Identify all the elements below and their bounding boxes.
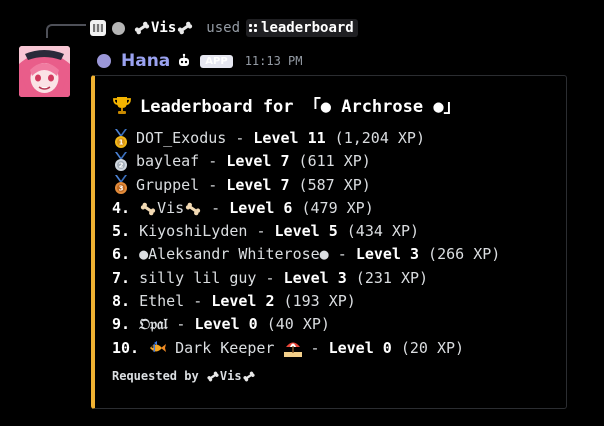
entry-separator: - [328,245,356,264]
embed-title: Leaderboard for 「● Archrose ●」 [112,92,461,117]
entry-name: ●Aleksandr Whiterose● [139,245,329,264]
entry-xp: (193 XP) [274,292,356,311]
entry-rank: 6. [112,245,131,264]
entry-separator: - [226,129,254,147]
leaderboard-list: 1 DOT_Exodus - Level 11 (1,204 XP) 2 bay… [112,127,500,360]
bronze-medal-icon: 3 [115,175,127,195]
trophy-icon [113,96,131,114]
app-tag: APP [200,54,233,68]
svg-text:1: 1 [119,138,124,146]
command-reply-bar[interactable]: Vis used leaderboard [90,16,358,40]
author-avatar[interactable] [19,46,70,97]
used-label: used [206,20,241,36]
entry-xp: (1,204 XP) [325,129,425,147]
entry-xp: (479 XP) [292,198,374,217]
gold-medal-icon: 1 [115,128,127,148]
entry-xp: (434 XP) [337,222,420,241]
entry-rank: 5. [112,222,131,241]
entry-name: silly lil guy [139,268,257,287]
entry-separator: - [256,268,284,287]
leaderboard-entry: 2 bayleaf - Level 7 (611 XP) [112,150,500,173]
entry-separator: - [184,292,212,311]
entry-level: Level 0 [194,315,258,334]
entry-separator: - [199,175,227,194]
entry-xp: (20 XP) [391,338,465,357]
entry-name: 𝔒𝔭𝔞𝔩 [139,315,168,334]
bone-icon [186,202,201,215]
bone-icon [134,21,150,35]
tropical-fish-icon [150,341,167,353]
status-dot-icon [97,54,111,68]
anime-avatar-icon [19,46,70,97]
entry-name: Ethel [139,292,185,311]
entry-name: DOT_Exodus [136,129,227,147]
entry-name: bayleaf [136,152,200,171]
bone-icon [178,21,193,35]
entry-level: Level 3 [283,268,347,287]
entry-rank: 8. [112,292,131,311]
footer-prefix: Requested by [112,369,206,383]
svg-text:3: 3 [119,185,124,193]
leaderboard-entry: 10. Dark Keeper - Level 0 (20 XP) [112,337,500,360]
entry-level: Level 7 [226,152,290,171]
entry-name: Dark Keeper [175,338,275,357]
entry-name: Vis [157,198,185,217]
message-header: Hana APP 11:13 PM [97,50,302,72]
entry-separator: - [167,315,195,334]
footer-user: Vis [219,369,242,383]
entry-separator: - [199,152,227,171]
bone-icon [207,371,219,381]
entry-level: Level 6 [229,198,293,217]
author-name[interactable]: Hana [121,51,170,71]
reply-username[interactable]: Vis [151,20,176,36]
beach-umbrella-icon [283,342,302,358]
entry-rank: 4. [112,198,131,217]
bone-icon [140,202,156,215]
bot-icon [179,53,190,66]
entry-xp: (611 XP) [289,152,371,171]
leaderboard-entry: 1 DOT_Exodus - Level 11 (1,204 XP) [112,127,500,150]
leaderboard-entry: 4. Vis - Level 6 (479 XP) [112,197,500,220]
reply-connector [46,24,86,38]
status-dot-icon [112,21,125,35]
svg-text:2: 2 [119,161,124,169]
embed-footer: Requested by Vis [112,369,256,383]
entry-level: Level 11 [253,129,326,147]
entry-separator: - [247,222,275,241]
command-name: leaderboard [261,20,354,36]
embed-title-text: Leaderboard for 「● Archrose ●」 [140,97,461,117]
command-badge[interactable]: leaderboard [246,19,358,37]
bone-icon [243,371,255,381]
entry-level: Level 2 [211,292,275,311]
leaderboard-entry: 3 Gruppel - Level 7 (587 XP) [112,174,500,197]
entry-xp: (266 XP) [419,245,501,264]
entry-xp: (231 XP) [346,268,429,287]
entry-xp: (40 XP) [257,315,330,334]
leaderboard-entry: 9. 𝔒𝔭𝔞𝔩 - Level 0 (40 XP) [112,313,500,336]
entry-level: Level 3 [355,245,420,264]
entry-xp: (587 XP) [289,175,371,194]
entry-rank: 7. [112,268,131,287]
entry-separator: - [301,338,329,357]
leaderboard-entry: 7. silly lil guy - Level 3 (231 XP) [112,267,500,290]
leaderboard-entry: 5. KiyoshiLyden - Level 5 (434 XP) [112,220,500,243]
leaderboard-embed: Leaderboard for 「● Archrose ●」 1 DOT_Exo… [91,75,567,409]
entry-rank: 10. [112,338,140,357]
entry-level: Level 7 [226,175,290,194]
entry-name: KiyoshiLyden [139,222,248,241]
leaderboard-entry: 6. ●Aleksandr Whiterose● - Level 3 (266 … [112,243,500,266]
entry-rank: 9. [112,315,131,334]
timestamp[interactable]: 11:13 PM [245,54,303,68]
entry-separator: - [202,198,230,217]
silver-medal-icon: 2 [115,151,127,171]
entry-level: Level 5 [274,222,338,241]
discord-message: Vis used leaderboard Hana APP 11:13 PM L… [0,0,604,426]
reply-avatar[interactable] [90,20,106,36]
leaderboard-entry: 8. Ethel - Level 2 (193 XP) [112,290,500,313]
slash-command-icon [249,24,258,32]
entry-name: Gruppel [136,175,200,194]
entry-level: Level 0 [328,338,392,357]
